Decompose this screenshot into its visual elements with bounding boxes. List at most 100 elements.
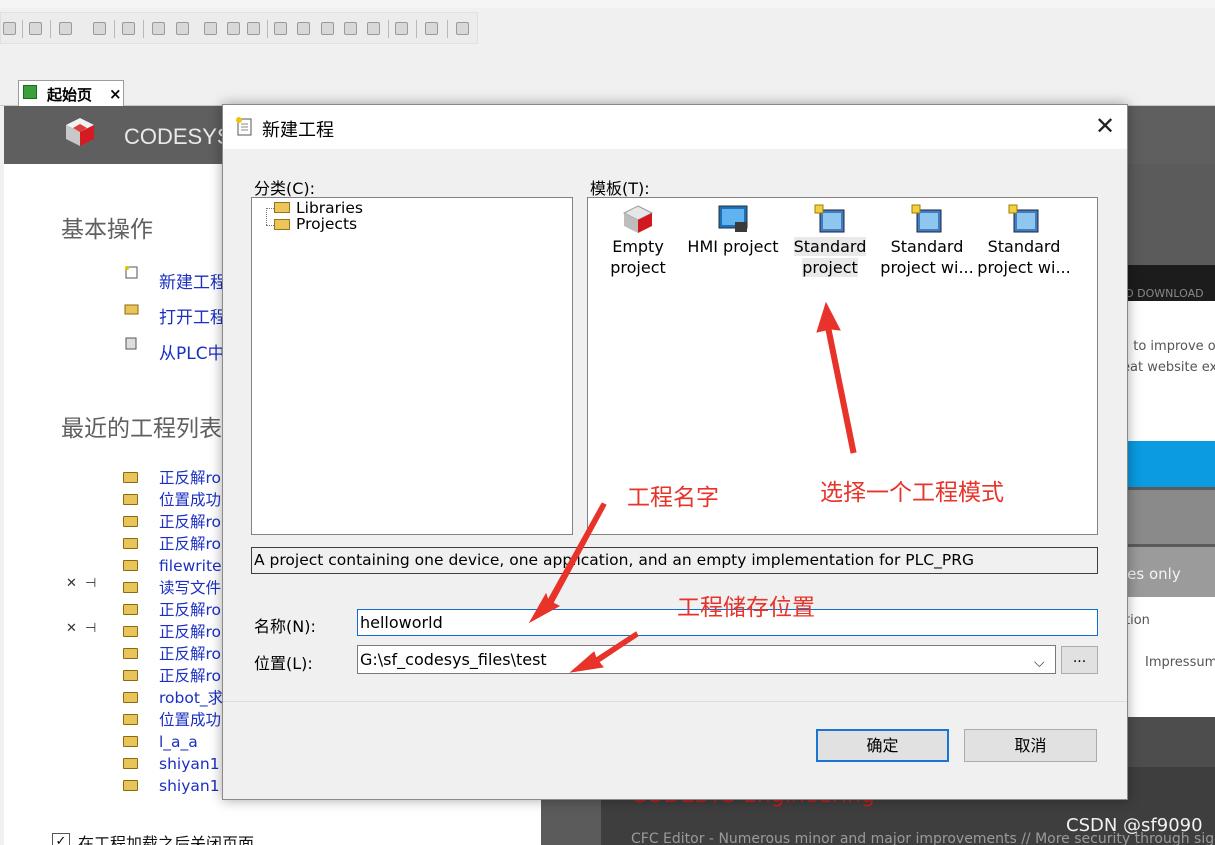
template-label: Standard project: [793, 237, 867, 277]
recent-project-item[interactable]: shiyan1: [159, 753, 220, 775]
toolbar-run-to-cursor-icon[interactable]: [344, 22, 357, 35]
recent-project-item[interactable]: 读写文件: [159, 577, 221, 599]
document-tab-strip: [0, 78, 1215, 106]
dialog-close-button[interactable]: ✕: [1090, 111, 1120, 141]
recent-projects-title: 最近的工程列表: [61, 415, 222, 441]
folder-icon: [123, 780, 138, 791]
consent-text-line: a, to improve o: [1127, 339, 1215, 354]
toolbar-separator: [22, 20, 23, 38]
dialog-title: 新建工程: [262, 120, 334, 141]
toolbar-undo-icon[interactable]: [3, 22, 16, 35]
toolbar-run-icon[interactable]: [204, 22, 217, 35]
template-description: A project containing one device, one app…: [251, 547, 1098, 574]
cancel-button[interactable]: 取消: [964, 729, 1097, 762]
toolbar-reset-icon[interactable]: [247, 22, 260, 35]
new-project-icon: [125, 266, 138, 279]
category-item-projects[interactable]: Projects: [296, 215, 357, 233]
recent-project-item[interactable]: 正反解ro: [159, 643, 221, 665]
website-links-panel: tion Impressum: [1125, 597, 1215, 717]
tree-connector: [266, 208, 267, 225]
toolbar-stop-icon[interactable]: [227, 22, 240, 35]
ok-button[interactable]: 确定: [816, 729, 949, 762]
folder-icon: [274, 202, 290, 213]
chevron-down-icon[interactable]: ⌵: [1034, 650, 1052, 671]
template-standard-project-with-application[interactable]: Standard project wi...: [879, 198, 975, 288]
brand-text: CODESYS: [124, 124, 232, 149]
template-empty-project[interactable]: Empty project: [590, 198, 686, 288]
toolbar-breakpoint-icon[interactable]: [367, 22, 380, 35]
recent-project-item[interactable]: robot_求: [159, 687, 223, 709]
close-icon[interactable]: ×: [109, 85, 122, 103]
template-hmi-project[interactable]: HMI project: [685, 198, 781, 288]
toolbar-build-icon[interactable]: [122, 22, 135, 35]
browse-button[interactable]: ...: [1061, 646, 1098, 674]
tab-start-page[interactable]: 起始页 ×: [18, 80, 124, 106]
recent-project-item[interactable]: 正反解ro: [159, 511, 221, 533]
toolbar-device-icon[interactable]: [93, 22, 106, 35]
essential-cookies-button[interactable]: ies only: [1123, 547, 1215, 597]
basic-operations-title: 基本操作: [61, 216, 153, 242]
folder-icon: [123, 472, 138, 483]
dialog-separator: [223, 701, 1127, 702]
folder-icon: [123, 714, 138, 725]
toolbar-copy-icon[interactable]: [29, 22, 42, 35]
toolbar-separator: [50, 20, 51, 38]
impressum-link[interactable]: Impressum: [1145, 655, 1215, 670]
recent-project-item[interactable]: 正反解ro: [159, 665, 221, 687]
template-standard-project-with-visualization[interactable]: Standard project wi...: [976, 198, 1072, 288]
recent-project-item[interactable]: shiyan1: [159, 775, 220, 797]
folder-icon: [123, 758, 138, 769]
template-label: Standard project wi...: [977, 237, 1071, 277]
cookie-settings-button[interactable]: [1127, 490, 1215, 544]
new-project-link[interactable]: 新建工程: [159, 268, 227, 293]
annotation-choose-template: 选择一个工程模式: [820, 480, 1004, 506]
upload-from-plc-link[interactable]: 从PLC中: [159, 339, 225, 364]
toolbar-logout-icon[interactable]: [176, 22, 189, 35]
category-label: 分类(C):: [254, 179, 316, 198]
recent-project-item[interactable]: 位置成功: [159, 709, 221, 731]
recent-item-pin-controls[interactable]: ✕ ⊣: [66, 621, 98, 636]
recent-project-item[interactable]: 正反解ro: [159, 599, 221, 621]
website-download-banner: O DOWNLOAD: [1127, 265, 1215, 301]
folder-icon: [123, 626, 138, 637]
toolbar-monitor-icon[interactable]: [425, 22, 438, 35]
accept-cookies-button[interactable]: [1127, 441, 1215, 487]
folder-icon: [123, 582, 138, 593]
recent-project-item[interactable]: 正反解ro: [159, 621, 221, 643]
recent-item-pin-controls[interactable]: ✕ ⊣: [66, 576, 98, 591]
recent-project-item[interactable]: l_a_a: [159, 731, 198, 753]
empty-project-icon: [622, 205, 654, 233]
folder-icon: [123, 604, 138, 615]
recent-project-item[interactable]: filewrite1: [159, 555, 231, 577]
toolbar-separator: [416, 20, 417, 38]
recent-project-item[interactable]: 位置成功: [159, 489, 221, 511]
toolbar-forward-icon[interactable]: [395, 22, 408, 35]
folder-icon: [123, 670, 138, 681]
tree-connector: [266, 208, 274, 209]
template-label: HMI project: [687, 237, 779, 256]
open-project-link[interactable]: 打开工程: [159, 303, 227, 328]
toolbar-separator: [267, 20, 268, 38]
folder-icon: [123, 692, 138, 703]
website-band: [1127, 717, 1215, 767]
plc-upload-icon: [125, 337, 137, 350]
toolbar-step-over-icon[interactable]: [274, 22, 287, 35]
new-project-icon: [236, 117, 252, 136]
website-link[interactable]: tion: [1125, 613, 1150, 628]
toolbar-step-into-icon[interactable]: [297, 22, 310, 35]
close-after-load-label: 在工程加载之后关闭页面: [78, 834, 255, 845]
category-tree: Libraries Projects: [251, 197, 573, 535]
recent-project-item[interactable]: 正反解ro: [159, 467, 221, 489]
hmi-project-icon: [718, 205, 748, 232]
toolbar-step-out-icon[interactable]: [321, 22, 334, 35]
toolbar-login-icon[interactable]: [152, 22, 165, 35]
new-project-dialog: 新建工程 ✕ 分类(C): 模板(T): Libraries Projects …: [222, 104, 1128, 800]
close-after-load-checkbox[interactable]: ✓: [52, 833, 70, 845]
toolbar-filter-icon[interactable]: [456, 22, 469, 35]
codesys-logo-icon: [66, 118, 94, 146]
location-value: G:\sf_codesys_files\test: [360, 650, 547, 669]
recent-project-item[interactable]: 正反解ro: [159, 533, 221, 555]
template-standard-project[interactable]: Standard project: [782, 198, 878, 288]
toolbar-table-icon[interactable]: [59, 22, 72, 35]
project-location-select[interactable]: G:\sf_codesys_files\test ⌵: [357, 645, 1056, 674]
